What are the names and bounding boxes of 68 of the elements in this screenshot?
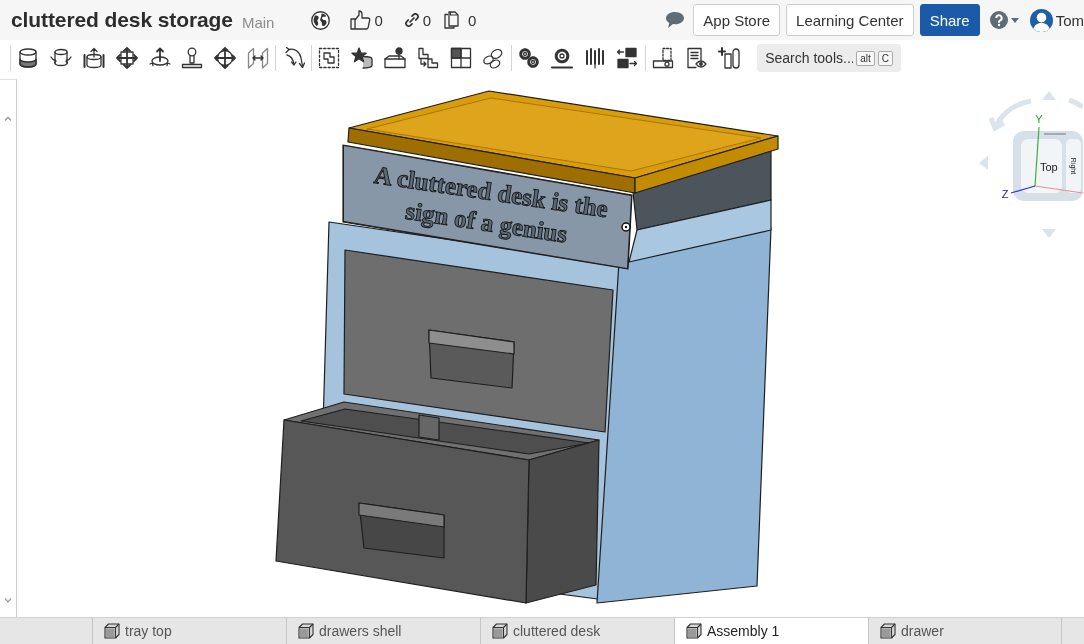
search-tools-box[interactable]: Search tools... alt C (757, 44, 901, 72)
header-button[interactable]: Learning Center (786, 4, 914, 36)
crosshair-arrows-icon[interactable] (214, 47, 237, 69)
cube-icon (686, 623, 702, 639)
axis-label: Z (1001, 188, 1009, 200)
blocks-arrows-icon[interactable] (616, 47, 639, 69)
tab-label: tray top (125, 623, 172, 639)
rotate-arrows-icon[interactable] (148, 47, 171, 69)
link-icon[interactable] (404, 13, 419, 27)
open-drawer[interactable] (275, 401, 600, 604)
tab-label: Assembly 1 (707, 623, 780, 639)
primary-button[interactable]: Share (919, 4, 980, 36)
shapes-arrow-icon[interactable] (416, 47, 439, 69)
globe-icon[interactable] (311, 10, 331, 30)
grid-icon[interactable] (449, 47, 472, 69)
document-tab[interactable]: drawer (868, 618, 1062, 644)
engraved-text: A cluttered desk is the sign of a genius (371, 159, 610, 250)
axis-label: Y (1035, 113, 1043, 125)
shortcut-key: alt (856, 50, 875, 66)
z-axis (1010, 185, 1036, 194)
chevron-up-icon[interactable] (4, 116, 12, 121)
box-pin-icon[interactable] (384, 47, 406, 69)
help-icon[interactable] (989, 11, 1008, 29)
gear-icon[interactable] (550, 47, 573, 69)
cylinder-arrow-icon[interactable] (82, 47, 105, 69)
x-axis (1034, 185, 1083, 194)
thumbs-up-icon[interactable] (350, 10, 372, 30)
cube-icon (492, 623, 508, 639)
header-button[interactable]: App Store (693, 4, 781, 36)
pin-icon[interactable] (181, 47, 204, 69)
cylinder-icon[interactable] (17, 47, 40, 69)
chevron-down-icon[interactable] (4, 598, 12, 603)
user-name[interactable]: Tom (1055, 11, 1084, 29)
document-icon[interactable] (685, 47, 707, 69)
star-icon[interactable] (351, 47, 374, 69)
drawer-handle[interactable] (428, 329, 515, 389)
clipboard-icon[interactable] (444, 11, 460, 29)
tab-label: drawer (901, 623, 944, 639)
tab-label: drawers shell (319, 623, 402, 639)
view-cube[interactable] (1013, 131, 1083, 201)
document-title: cluttered desk storage (11, 8, 233, 32)
cube-icon (298, 623, 314, 639)
cube-face-label[interactable]: Top (1040, 161, 1058, 173)
tab-label: cluttered desk (513, 623, 601, 639)
like-count: 0 (374, 11, 383, 29)
copy-count: 0 (468, 11, 477, 29)
link-count: 0 (422, 11, 432, 29)
planes-arrow-icon[interactable] (246, 47, 269, 69)
caret-icon[interactable] (1010, 17, 1019, 23)
y-axis (1034, 126, 1040, 187)
shortcut-key: C (877, 50, 893, 66)
marker-icon[interactable] (621, 222, 631, 232)
bar-dashed-icon[interactable] (652, 47, 675, 69)
cylinder-rotate-icon[interactable] (50, 47, 73, 69)
curved-arrows-icon[interactable] (282, 47, 305, 69)
move-arrows-icon[interactable] (115, 47, 138, 69)
gears-icon[interactable] (518, 47, 541, 69)
avatar-icon[interactable] (1029, 8, 1053, 32)
dashed-frame-icon[interactable] (318, 47, 341, 69)
comment-icon[interactable] (665, 11, 686, 29)
links-icon[interactable] (482, 47, 505, 69)
search-tools-field[interactable]: Search tools... (765, 50, 854, 66)
drawer-handle[interactable] (358, 502, 445, 559)
cube-icon (104, 623, 120, 639)
columns-plus-icon[interactable] (717, 47, 740, 69)
cube-icon (880, 623, 896, 639)
document-tab[interactable]: Assembly 1 (674, 618, 868, 644)
coil-icon[interactable] (583, 47, 606, 69)
